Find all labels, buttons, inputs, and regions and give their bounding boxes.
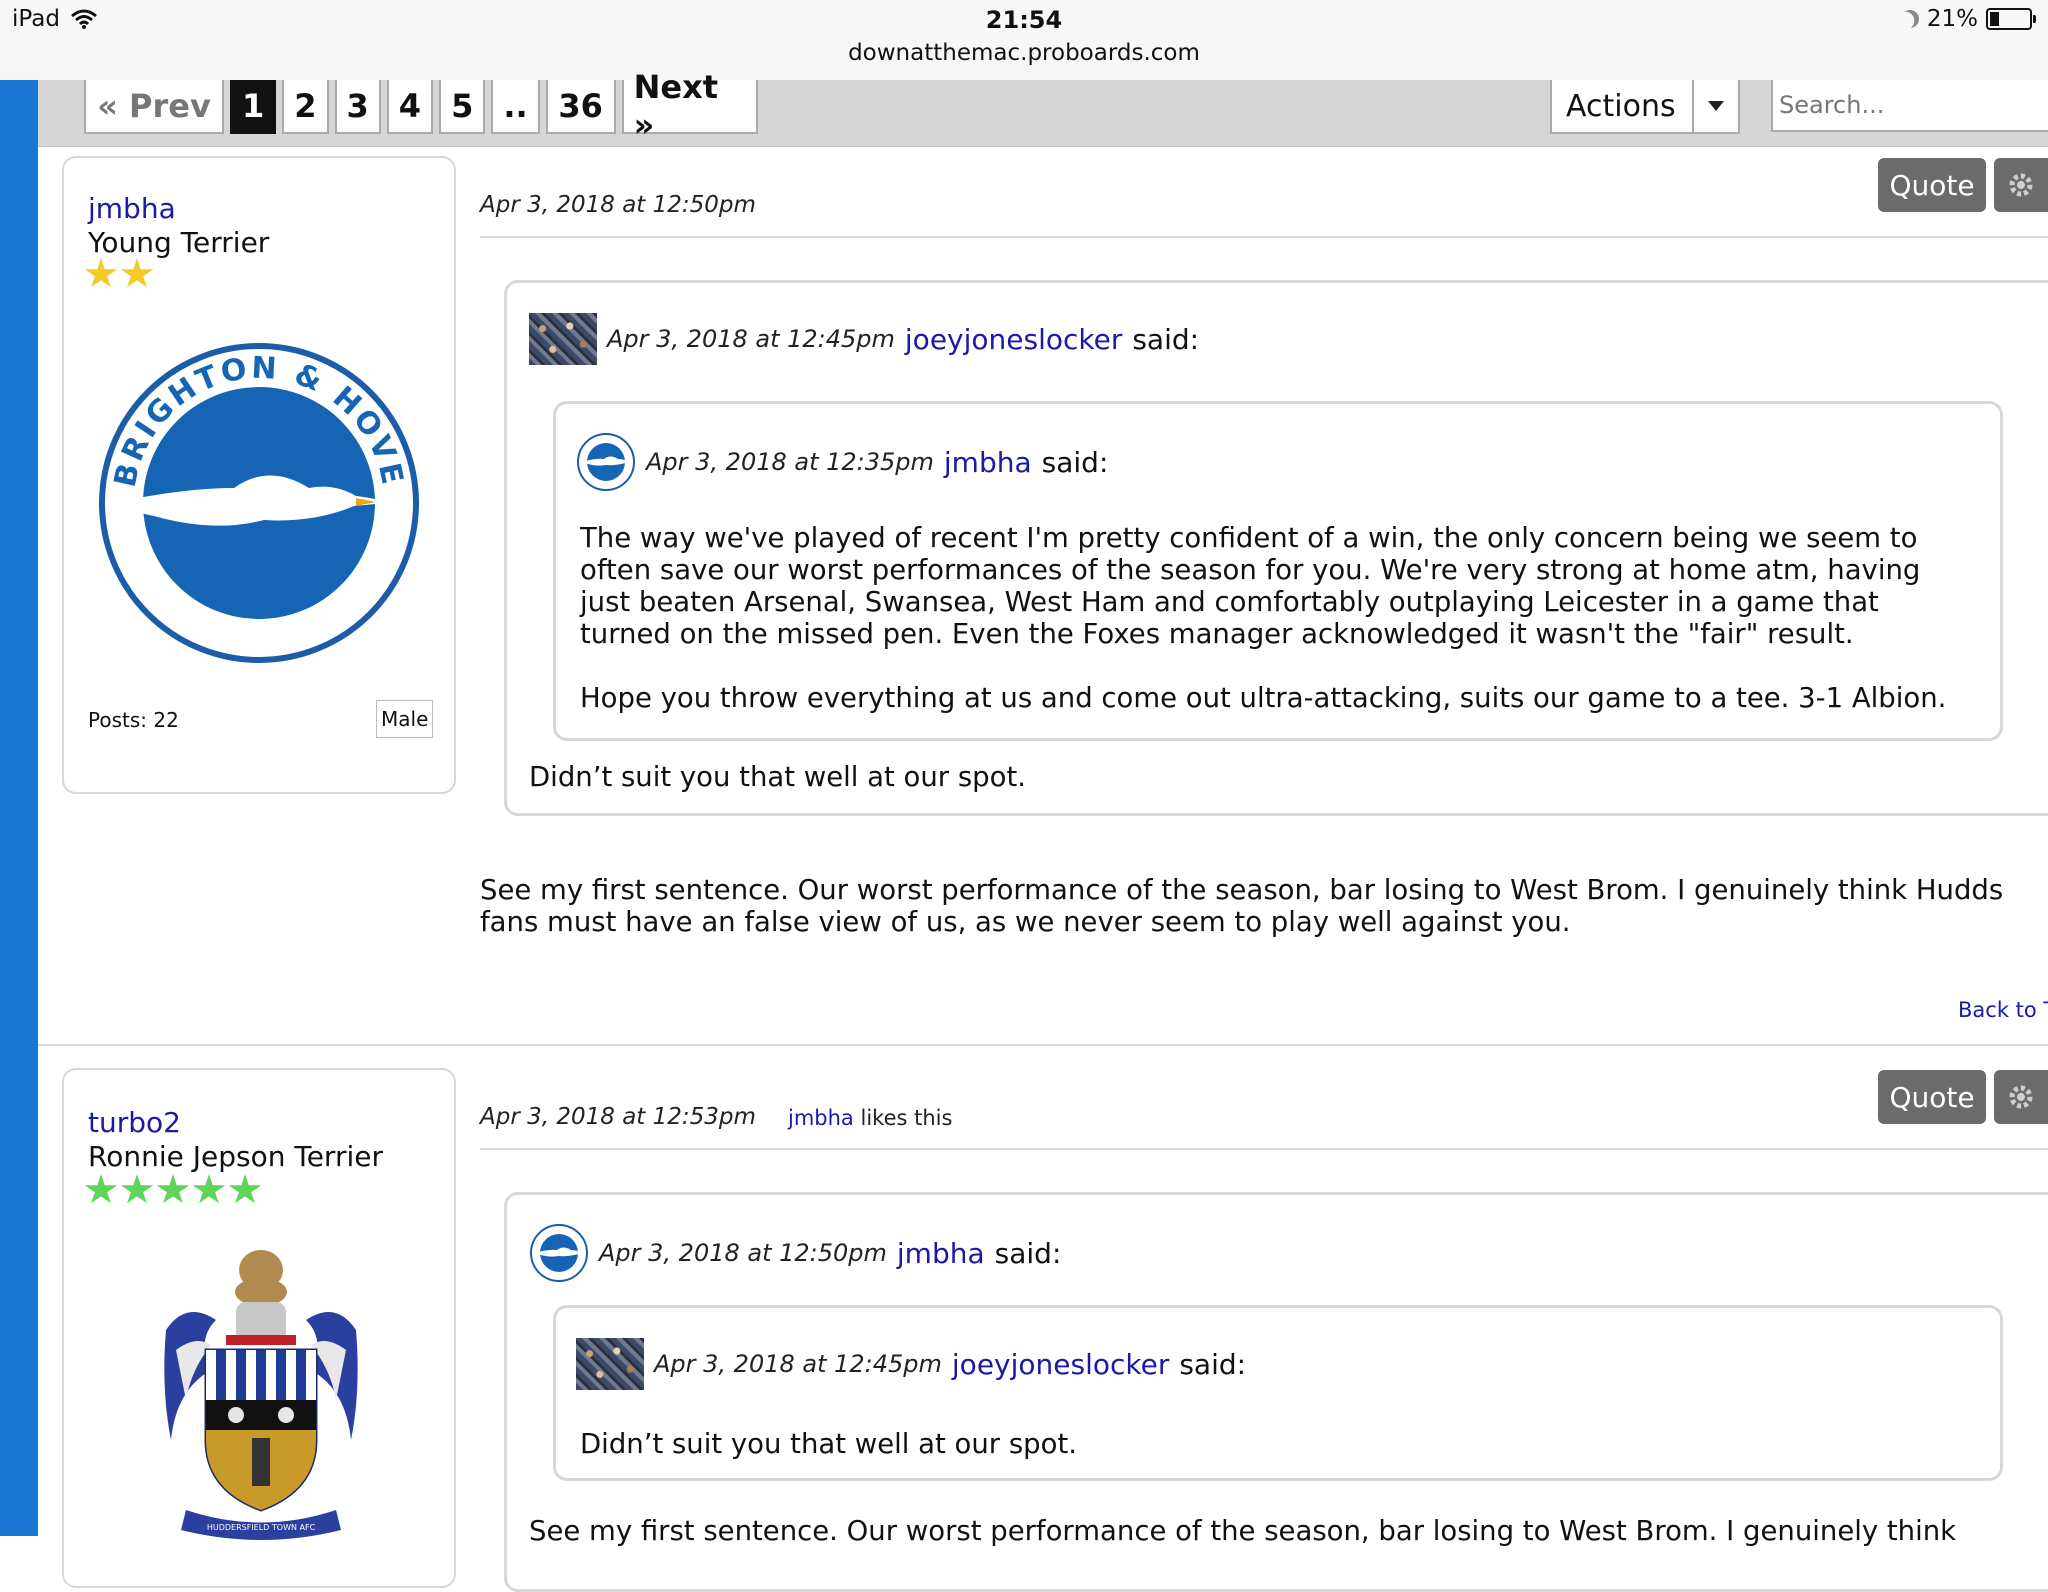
post-header-divider [480, 236, 2048, 238]
quote-reply-text: See my first sentence. Our worst perform… [529, 1515, 1957, 1547]
rank-stars [84, 1174, 262, 1206]
post-2: turbo2 Ronnie Jepson Terrier HUDDERSFIEL… [38, 1068, 2048, 1592]
quote-header: Apr 3, 2018 at 12:35pm jmbha said: [576, 432, 1108, 492]
quote-line: turned on the missed pen. Even the Foxes… [580, 618, 1854, 650]
gender-badge: Male [376, 700, 434, 738]
post-options-button[interactable] [1994, 158, 2048, 212]
quote-body: The way we've played of recent I'm prett… [580, 522, 1946, 714]
quote-block: Apr 3, 2018 at 12:50pm jmbha said: Apr 3… [504, 1192, 2048, 1592]
quote-date: Apr 3, 2018 at 12:35pm [646, 448, 934, 476]
quote-username[interactable]: jmbha [944, 446, 1032, 479]
page-5-button[interactable]: 5 [439, 80, 486, 134]
brighton-badge-avatar [530, 1224, 588, 1282]
page-36-button[interactable]: 36 [545, 80, 616, 134]
nested-quote-block: Apr 3, 2018 at 12:35pm jmbha said: The w… [553, 401, 2003, 741]
rank-stars [84, 258, 154, 290]
quote-username[interactable]: joeyjoneslocker [905, 323, 1122, 356]
quote-username[interactable]: jmbha [897, 1237, 985, 1270]
post-1: jmbha Young Terrier BRIGHTON & HOVE ALBI… [38, 156, 2048, 1036]
quote-button[interactable]: Quote [1878, 1070, 1986, 1124]
post-body: See my first sentence. Our worst perform… [480, 874, 2003, 938]
star-icon [120, 258, 154, 288]
quote-reply-text: Didn’t suit you that well at our spot. [529, 761, 1026, 793]
star-icon [228, 1174, 262, 1204]
quote-date: Apr 3, 2018 at 12:45pm [607, 325, 895, 353]
quote-said: said: [994, 1236, 1062, 1270]
quote-said: said: [1041, 445, 1109, 479]
ios-status-bar: iPad 21:54 downatthemac.proboards.com 21… [0, 0, 2048, 81]
post-date[interactable]: Apr 3, 2018 at 12:50pm [480, 192, 756, 218]
quote-line: just beaten Arsenal, Swansea, West Ham a… [580, 586, 1879, 618]
quote-line: The way we've played of recent I'm prett… [580, 522, 1918, 554]
page-2-button[interactable]: 2 [282, 80, 329, 134]
liked-by-user[interactable]: jmbha [788, 1106, 854, 1130]
author-rank: Ronnie Jepson Terrier [88, 1140, 383, 1173]
battery-percent: 21% [1926, 6, 1978, 32]
post-body-line: fans must have an false view of us, as w… [480, 906, 1571, 938]
post-options-button[interactable] [1994, 1070, 2048, 1124]
search-input[interactable] [1771, 80, 2048, 132]
back-to-top-link[interactable]: Back to Top [1958, 998, 2048, 1022]
likes-indicator: jmbha likes this [788, 1106, 952, 1130]
author-card: turbo2 Ronnie Jepson Terrier HUDDERSFIEL… [62, 1068, 456, 1588]
battery-icon [1986, 8, 2036, 30]
page-ellipsis: .. [491, 80, 540, 134]
thread-navbar: « Prev 1 2 3 4 5 .. 36 Next » Actions [38, 68, 2048, 147]
huddersfield-crest-avatar: HUDDERSFIELD TOWN AFC [164, 1250, 358, 1540]
author-card: jmbha Young Terrier BRIGHTON & HOVE ALBI… [62, 156, 456, 794]
post-separator [38, 1044, 2048, 1046]
star-icon [84, 1174, 118, 1204]
star-icon [84, 258, 118, 288]
next-page-button[interactable]: Next » [621, 68, 758, 144]
brighton-badge-avatar [577, 433, 635, 491]
star-icon [120, 1174, 154, 1204]
quote-block: Apr 3, 2018 at 12:45pm joeyjoneslocker s… [504, 280, 2048, 816]
star-icon [192, 1174, 226, 1204]
chevron-down-icon[interactable] [1692, 80, 1738, 132]
actions-label: Actions [1566, 88, 1676, 124]
crowd-avatar [529, 313, 597, 365]
do-not-disturb-icon [1898, 7, 1921, 30]
likes-text: likes this [860, 1106, 953, 1130]
brighton-badge-avatar: BRIGHTON & HOVE ALBION [99, 343, 419, 663]
svg-text:HUDDERSFIELD TOWN AFC: HUDDERSFIELD TOWN AFC [207, 1523, 316, 1532]
page-1-button[interactable]: 1 [230, 80, 277, 134]
quote-header: Apr 3, 2018 at 12:50pm jmbha said: [529, 1223, 1061, 1283]
quote-username[interactable]: joeyjoneslocker [952, 1348, 1169, 1381]
quote-line: often save our worst performances of the… [580, 554, 1921, 586]
post-header-divider [480, 1148, 2048, 1150]
status-right: 21% [1898, 6, 2036, 32]
page-3-button[interactable]: 3 [334, 80, 381, 134]
gear-icon [2009, 1085, 2033, 1109]
post-date[interactable]: Apr 3, 2018 at 12:53pm [480, 1104, 756, 1130]
quote-header: Apr 3, 2018 at 12:45pm joeyjoneslocker s… [529, 313, 1199, 365]
quote-date: Apr 3, 2018 at 12:50pm [599, 1239, 887, 1267]
quote-line: Hope you throw everything at us and come… [580, 682, 1947, 714]
nested-quote-block: Apr 3, 2018 at 12:45pm joeyjoneslocker s… [553, 1305, 2003, 1481]
quote-body: Didn’t suit you that well at our spot. [580, 1428, 1077, 1460]
actions-dropdown[interactable]: Actions [1550, 80, 1740, 134]
author-name[interactable]: jmbha [88, 192, 176, 225]
quote-header: Apr 3, 2018 at 12:45pm joeyjoneslocker s… [576, 1338, 1246, 1390]
gear-icon [2009, 173, 2033, 197]
prev-page-button[interactable]: « Prev [84, 80, 224, 134]
quote-date: Apr 3, 2018 at 12:45pm [654, 1350, 942, 1378]
pagination: « Prev 1 2 3 4 5 .. 36 Next » [84, 68, 758, 144]
quote-button[interactable]: Quote [1878, 158, 1986, 212]
address-bar-url[interactable]: downatthemac.proboards.com [0, 40, 2048, 66]
quote-said: said: [1132, 322, 1200, 356]
quote-said: said: [1179, 1347, 1247, 1381]
clock: 21:54 [985, 6, 1063, 34]
page-left-strip [0, 80, 38, 1536]
page-4-button[interactable]: 4 [386, 80, 434, 134]
star-icon [156, 1174, 190, 1204]
author-rank: Young Terrier [88, 226, 270, 259]
crowd-avatar [576, 1338, 644, 1390]
post-body-line: See my first sentence. Our worst perform… [480, 874, 2004, 906]
author-name[interactable]: turbo2 [88, 1106, 181, 1139]
post-count: Posts: 22 [88, 708, 179, 732]
